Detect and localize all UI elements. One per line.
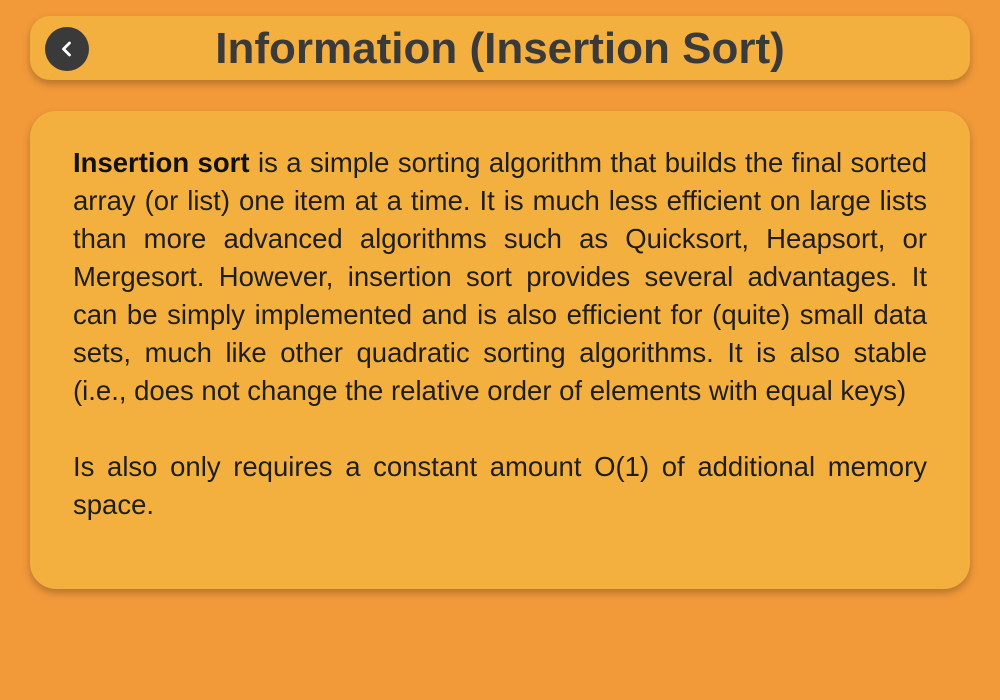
- info-card: Insertion sort is a simple sorting algor…: [30, 111, 970, 589]
- description-paragraph: Insertion sort is a simple sorting algor…: [73, 144, 927, 410]
- algorithm-name: Insertion sort: [73, 147, 250, 178]
- header-bar: Information (Insertion Sort): [30, 16, 970, 80]
- page-title: Information (Insertion Sort): [215, 24, 785, 73]
- description-text: is a simple sorting algorithm that build…: [73, 147, 927, 406]
- memory-paragraph: Is also only requires a constant amount …: [73, 451, 927, 520]
